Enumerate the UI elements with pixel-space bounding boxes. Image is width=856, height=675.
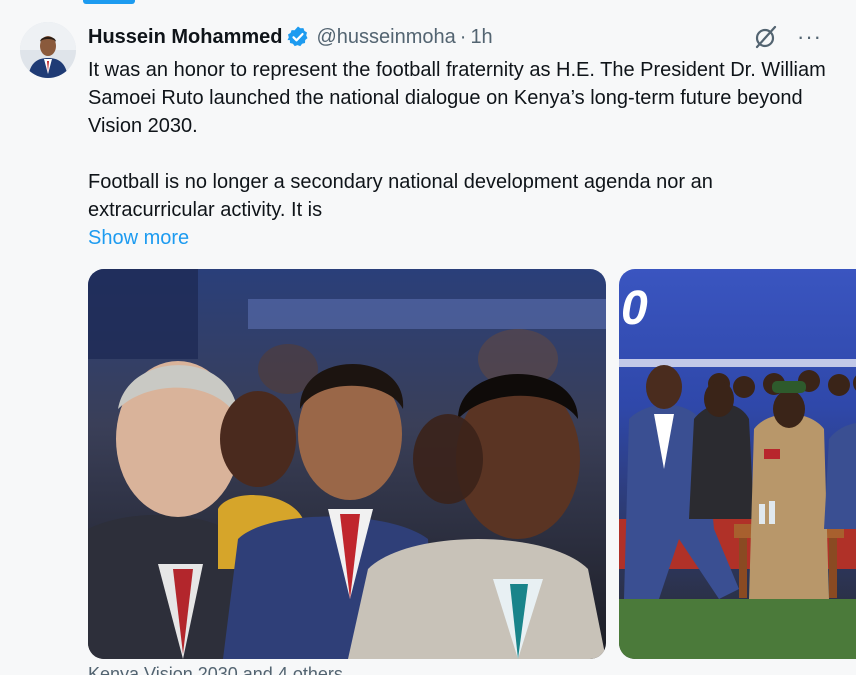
tweet-paragraph-1: It was an honor to represent the footbal… xyxy=(88,59,826,137)
more-icon[interactable]: ··· xyxy=(797,26,822,48)
avatar[interactable] xyxy=(20,22,76,78)
grok-icon[interactable] xyxy=(753,24,779,50)
svg-text:0: 0 xyxy=(621,282,648,335)
media-carousel: 0 xyxy=(88,269,856,659)
tweet-header: Hussein Mohammed @husseinmoha · 1h xyxy=(88,22,826,52)
author-name[interactable]: Hussein Mohammed xyxy=(88,26,282,49)
location-tag[interactable]: Kenya Vision 2030 and 4 others xyxy=(88,660,343,675)
author-handle[interactable]: @husseinmoha xyxy=(316,26,455,49)
photo-audience-icon[interactable] xyxy=(88,269,606,659)
separator-dot: · xyxy=(459,25,467,48)
header-actions: ··· xyxy=(753,22,822,52)
show-more-link[interactable]: Show more xyxy=(88,224,828,252)
tweet[interactable]: Hussein Mohammed @husseinmoha · 1h ··· I… xyxy=(0,0,856,675)
tweet-paragraph-2: Football is no longer a secondary nation… xyxy=(88,171,713,221)
timestamp[interactable]: 1h xyxy=(470,26,492,49)
tweet-text: It was an honor to represent the footbal… xyxy=(88,56,828,252)
verified-badge-icon xyxy=(286,25,310,49)
photo-officials-seated-icon[interactable]: 0 xyxy=(619,269,856,659)
